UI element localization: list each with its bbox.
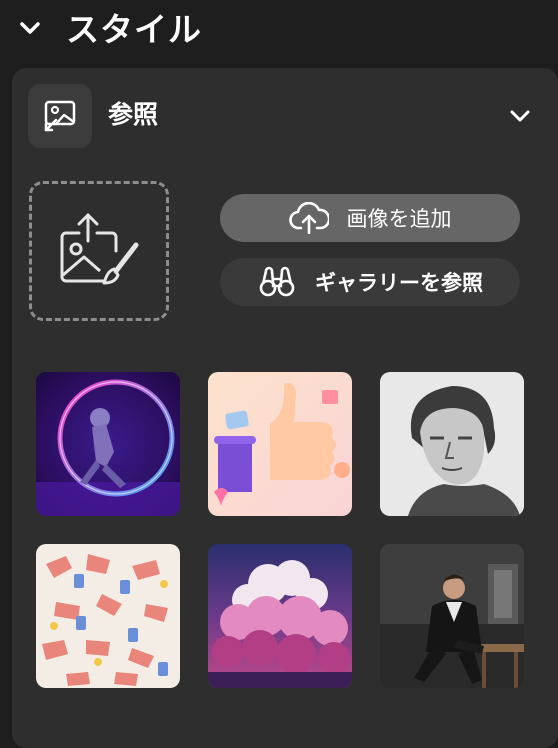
chevron-down-icon[interactable]	[509, 105, 531, 127]
browse-gallery-button[interactable]: ギャラリーを参照	[220, 258, 520, 306]
binoculars-icon	[257, 265, 297, 299]
add-image-label: 画像を追加	[346, 207, 452, 231]
thumbnail-hands-pattern[interactable]	[36, 544, 180, 688]
reference-icon-box	[28, 84, 92, 148]
reference-panel: 参照 画像を追加 ギャラリーを参照	[12, 68, 558, 748]
image-drop-zone[interactable]	[29, 181, 169, 321]
image-upload-icon	[60, 213, 139, 285]
add-image-button[interactable]: 画像を追加	[220, 194, 520, 242]
thumbnail-pink-clouds[interactable]	[208, 544, 352, 688]
chevron-down-icon[interactable]	[19, 17, 41, 39]
thumbnail-3d-thumbs-up[interactable]	[208, 372, 352, 516]
browse-gallery-label: ギャラリーを参照	[315, 271, 483, 295]
thumbnail-man-in-suit[interactable]	[380, 544, 524, 688]
image-reference-icon	[44, 100, 76, 132]
cloud-upload-icon	[288, 201, 329, 235]
reference-label: 参照	[108, 100, 159, 129]
thumbnail-engraved-portrait[interactable]	[380, 372, 524, 516]
style-section-header[interactable]: スタイル	[0, 0, 558, 62]
section-title: スタイル	[66, 10, 202, 49]
thumbnail-neon-ring-astronaut[interactable]	[36, 372, 180, 516]
